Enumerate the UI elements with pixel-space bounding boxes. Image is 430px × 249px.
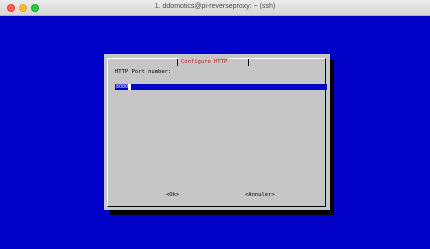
port-input-value: 8080 [116, 84, 129, 90]
configure-http-dialog: Configure HTTP HTTP Port number: 8080 <O… [104, 54, 330, 210]
title-bracket-right [248, 59, 249, 66]
port-input[interactable]: 8080 [115, 84, 327, 90]
ok-button[interactable]: <Ok> [166, 191, 179, 199]
title-bracket-left [177, 59, 178, 66]
cancel-button[interactable]: <Annuler> [245, 191, 275, 199]
terminal-window: 1. ddomotics@pi-reverseproxy: ~ (ssh) Co… [0, 0, 430, 249]
port-prompt-label: HTTP Port number: [115, 69, 172, 75]
dialog-frame: Configure HTTP HTTP Port number: 8080 <O… [107, 58, 327, 207]
dialog-title: Configure HTTP [179, 58, 230, 66]
title-bar: 1. ddomotics@pi-reverseproxy: ~ (ssh) [0, 0, 430, 16]
text-cursor [128, 84, 132, 90]
window-title: 1. ddomotics@pi-reverseproxy: ~ (ssh) [154, 3, 276, 10]
